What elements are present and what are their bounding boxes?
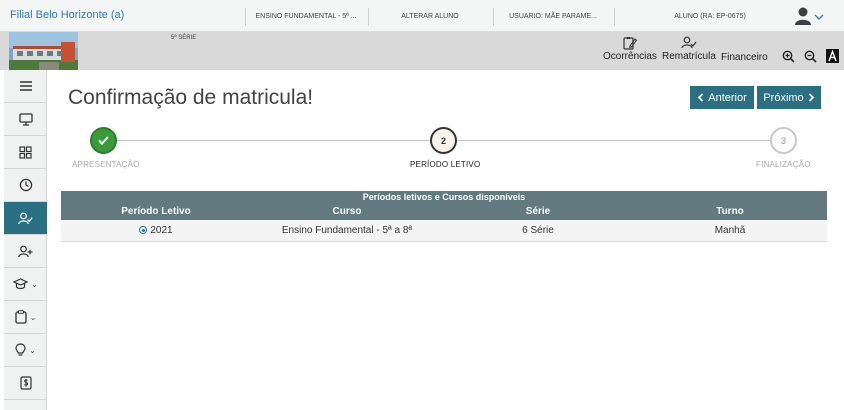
table-row[interactable]: 2021 Ensino Fundamental - 5ª a 8ª 6 Séri… (61, 220, 827, 242)
curso-cell: Ensino Fundamental - 5ª a 8ª (281, 225, 413, 236)
checkmark-icon (98, 136, 109, 145)
sidebar-item-finance[interactable] (4, 367, 47, 400)
divider (493, 8, 494, 26)
financeiro-button[interactable]: Financeiro (721, 52, 768, 63)
sidebar-item-ideas[interactable]: ⌄ (4, 334, 47, 367)
font-size-icon[interactable] (826, 49, 839, 68)
previous-button[interactable]: Anterior (690, 86, 754, 109)
step-3-label: FINALIZAÇÃO (756, 160, 811, 169)
money-document-icon (19, 376, 32, 390)
turno-cell: Manhã (714, 225, 746, 236)
rematricula-button[interactable]: Rematrícula (662, 36, 716, 62)
step-connector (457, 140, 770, 141)
chevron-down-icon: ⌄ (29, 312, 37, 322)
change-student-link[interactable]: ALTERAR ALUNO (372, 8, 488, 26)
step-2-label: PERÍODO LETIVO (410, 160, 481, 169)
chevron-left-icon (697, 93, 704, 102)
divider (368, 8, 369, 26)
financeiro-label: Financeiro (721, 52, 768, 63)
rematricula-label: Rematrícula (662, 51, 716, 62)
sidebar-item-grid[interactable] (4, 136, 47, 169)
sidebar-item-user-add[interactable] (4, 235, 47, 268)
zoom-out-icon[interactable] (804, 50, 817, 68)
periods-table: Períodos letivos e Cursos disponíveis Pe… (61, 191, 827, 242)
divider (245, 8, 246, 26)
sidebar-item-clock[interactable] (4, 169, 47, 202)
step-connector (117, 140, 430, 141)
header-bar: 5ª SÉRIE Ocorrências Rematrícula Finance… (0, 32, 844, 70)
step-3-circle[interactable]: 3 (770, 127, 797, 154)
user-add-icon (18, 245, 33, 257)
grid-icon (19, 145, 32, 159)
column-header-serie: Série (525, 206, 551, 217)
step-2-circle[interactable]: 2 (430, 127, 457, 154)
sidebar-item-monitor[interactable] (4, 103, 47, 136)
user-avatar-icon[interactable] (794, 6, 826, 26)
sidebar: ⌄ ⌄ ⌄ (4, 70, 47, 410)
clipboard-edit-icon (623, 37, 638, 50)
table-caption: Períodos letivos e Cursos disponíveis (61, 191, 827, 203)
clock-icon (19, 178, 32, 192)
chevron-right-icon (808, 93, 814, 102)
menu-icon (19, 81, 32, 91)
student-info[interactable]: ALUNO (RA: EP-0675) (650, 8, 770, 26)
periodo-cell[interactable]: 2021 (61, 225, 251, 236)
sidebar-item-user-check[interactable] (4, 202, 47, 235)
sidebar-item-menu[interactable] (4, 70, 47, 103)
school-name[interactable]: Filial Belo Horizonte (a) (10, 9, 124, 21)
next-label: Próximo (763, 91, 804, 104)
lightbulb-icon (15, 343, 26, 356)
next-button[interactable]: Próximo (757, 86, 821, 109)
serie-cell: 6 Série (522, 225, 554, 236)
divider (614, 8, 615, 26)
segment-selector[interactable]: ENSINO FUNDAMENTAL - 5ª ... (250, 8, 362, 26)
table-header: Período Letivo Curso Série Turno (61, 203, 827, 220)
user-info[interactable]: USUARIO: MÃE PARAME... (497, 8, 609, 26)
serie-label: 5ª SÉRIE (171, 35, 197, 41)
top-bar: Filial Belo Horizonte (a) ENSINO FUNDAME… (0, 0, 844, 32)
page-title: Confirmação de matricula! (68, 86, 314, 109)
ocorrencias-label: Ocorrências (603, 51, 657, 62)
school-banner-image (9, 32, 78, 70)
column-header-curso: Curso (332, 206, 362, 217)
column-header-periodo: Período Letivo (121, 206, 191, 217)
monitor-icon (18, 112, 33, 126)
user-check-icon (18, 212, 33, 224)
chevron-down-icon: ⌄ (31, 279, 38, 289)
user-check-icon (681, 36, 697, 49)
chevron-down-icon: ⌄ (29, 345, 36, 355)
step-1-label: APRESENTAÇÃO (72, 160, 140, 169)
zoom-in-icon[interactable] (782, 50, 795, 68)
ocorrencias-button[interactable]: Ocorrências (603, 36, 657, 62)
clipboard-icon (14, 310, 27, 324)
sidebar-item-clipboard[interactable]: ⌄ (4, 301, 47, 334)
period-radio[interactable] (139, 226, 148, 234)
sidebar-item-education[interactable]: ⌄ (4, 268, 47, 301)
periodo-value: 2021 (150, 225, 173, 236)
step-1-circle[interactable] (90, 127, 117, 154)
column-header-turno: Turno (716, 206, 744, 217)
previous-label: Anterior (708, 91, 747, 104)
graduation-cap-icon (13, 278, 29, 290)
